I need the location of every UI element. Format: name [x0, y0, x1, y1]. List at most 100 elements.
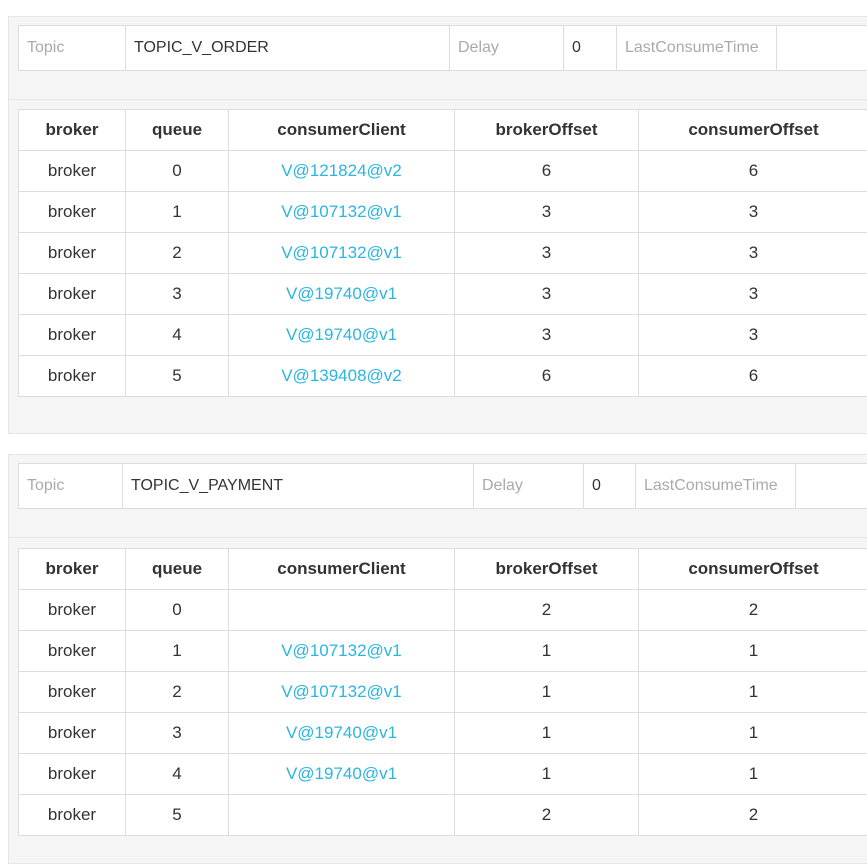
broker-cell: broker [19, 795, 126, 836]
last-consume-time-value [796, 464, 867, 508]
table-row: broker 0 V@121824@v2 6 6 [19, 151, 867, 192]
column-header-broker: broker [19, 110, 126, 151]
consumer-client-link[interactable]: V@19740@v1 [229, 315, 455, 356]
queue-cell: 1 [126, 192, 229, 233]
broker-offset-cell: 3 [455, 192, 639, 233]
consumer-group-panel-payment: Topic TOPIC_V_PAYMENT Delay 0 LastConsum… [8, 454, 867, 864]
table-row: broker 1 V@107132@v1 3 3 [19, 192, 867, 233]
table-row: broker 4 V@19740@v1 1 1 [19, 754, 867, 795]
column-header-broker-offset: brokerOffset [455, 549, 639, 590]
last-consume-time-label: LastConsumeTime [617, 26, 777, 70]
broker-cell: broker [19, 631, 126, 672]
section-divider [9, 99, 867, 100]
table-row: broker 1 V@107132@v1 1 1 [19, 631, 867, 672]
queue-table: broker queue consumerClient brokerOffset… [18, 109, 867, 397]
delay-value: 0 [564, 26, 617, 70]
topic-label: Topic [19, 464, 123, 508]
consumer-client-link[interactable]: V@19740@v1 [229, 754, 455, 795]
table-header-row: broker queue consumerClient brokerOffset… [19, 110, 867, 151]
last-consume-time-value [777, 26, 867, 70]
consumer-offset-cell: 6 [639, 356, 867, 397]
column-header-consumer-offset: consumerOffset [639, 549, 867, 590]
consumer-client-link[interactable]: V@139408@v2 [229, 356, 455, 397]
queue-cell: 4 [126, 754, 229, 795]
consumer-client-link[interactable]: V@107132@v1 [229, 233, 455, 274]
queue-cell: 5 [126, 795, 229, 836]
broker-cell: broker [19, 233, 126, 274]
consumer-offset-cell: 3 [639, 274, 867, 315]
consumer-client-link[interactable]: V@19740@v1 [229, 713, 455, 754]
broker-offset-cell: 3 [455, 315, 639, 356]
consumer-client-link[interactable]: V@107132@v1 [229, 631, 455, 672]
topic-name: TOPIC_V_PAYMENT [123, 464, 474, 508]
broker-offset-cell: 3 [455, 233, 639, 274]
consumer-offset-cell: 1 [639, 754, 867, 795]
column-header-queue: queue [126, 110, 229, 151]
queue-cell: 2 [126, 233, 229, 274]
table-row: broker 5 V@139408@v2 6 6 [19, 356, 867, 397]
broker-offset-cell: 2 [455, 795, 639, 836]
consumer-client-link[interactable]: V@121824@v2 [229, 151, 455, 192]
broker-offset-cell: 1 [455, 672, 639, 713]
section-divider [9, 537, 867, 538]
queue-cell: 2 [126, 672, 229, 713]
consumer-client-link[interactable] [229, 795, 455, 836]
queue-cell: 0 [126, 590, 229, 631]
consumer-offset-cell: 2 [639, 795, 867, 836]
column-header-broker-offset: brokerOffset [455, 110, 639, 151]
broker-cell: broker [19, 151, 126, 192]
broker-offset-cell: 6 [455, 356, 639, 397]
delay-label: Delay [450, 26, 564, 70]
broker-offset-cell: 3 [455, 274, 639, 315]
table-row: broker 3 V@19740@v1 1 1 [19, 713, 867, 754]
broker-cell: broker [19, 192, 126, 233]
queue-table: broker queue consumerClient brokerOffset… [18, 548, 867, 836]
consumer-offset-cell: 3 [639, 192, 867, 233]
broker-offset-cell: 1 [455, 631, 639, 672]
column-header-consumer-offset: consumerOffset [639, 110, 867, 151]
consumer-client-link[interactable]: V@19740@v1 [229, 274, 455, 315]
column-header-consumer-client: consumerClient [229, 549, 455, 590]
table-row: broker 5 2 2 [19, 795, 867, 836]
topic-name: TOPIC_V_ORDER [126, 26, 450, 70]
column-header-queue: queue [126, 549, 229, 590]
broker-cell: broker [19, 713, 126, 754]
column-header-broker: broker [19, 549, 126, 590]
broker-offset-cell: 1 [455, 713, 639, 754]
delay-value: 0 [584, 464, 636, 508]
last-consume-time-label: LastConsumeTime [636, 464, 796, 508]
consumer-client-link[interactable]: V@107132@v1 [229, 192, 455, 233]
broker-cell: broker [19, 672, 126, 713]
broker-offset-cell: 6 [455, 151, 639, 192]
consumer-offset-cell: 6 [639, 151, 867, 192]
consumer-offset-cell: 1 [639, 631, 867, 672]
topic-info-bar: Topic TOPIC_V_ORDER Delay 0 LastConsumeT… [18, 25, 867, 71]
queue-cell: 1 [126, 631, 229, 672]
broker-cell: broker [19, 274, 126, 315]
broker-offset-cell: 2 [455, 590, 639, 631]
queue-cell: 0 [126, 151, 229, 192]
table-row: broker 0 2 2 [19, 590, 867, 631]
table-header-row: broker queue consumerClient brokerOffset… [19, 549, 867, 590]
consumer-offset-cell: 3 [639, 315, 867, 356]
broker-cell: broker [19, 590, 126, 631]
broker-cell: broker [19, 754, 126, 795]
broker-cell: broker [19, 356, 126, 397]
consumer-offset-cell: 1 [639, 672, 867, 713]
broker-cell: broker [19, 315, 126, 356]
consumer-offset-cell: 1 [639, 713, 867, 754]
broker-offset-cell: 1 [455, 754, 639, 795]
topic-info-bar: Topic TOPIC_V_PAYMENT Delay 0 LastConsum… [18, 463, 867, 509]
queue-cell: 4 [126, 315, 229, 356]
consumer-client-link[interactable]: V@107132@v1 [229, 672, 455, 713]
topic-label: Topic [19, 26, 126, 70]
consumer-client-link[interactable] [229, 590, 455, 631]
table-row: broker 3 V@19740@v1 3 3 [19, 274, 867, 315]
queue-cell: 5 [126, 356, 229, 397]
consumer-offset-cell: 3 [639, 233, 867, 274]
table-row: broker 2 V@107132@v1 1 1 [19, 672, 867, 713]
queue-cell: 3 [126, 713, 229, 754]
column-header-consumer-client: consumerClient [229, 110, 455, 151]
consumer-group-panel-order: Topic TOPIC_V_ORDER Delay 0 LastConsumeT… [8, 16, 867, 434]
consumer-offset-cell: 2 [639, 590, 867, 631]
